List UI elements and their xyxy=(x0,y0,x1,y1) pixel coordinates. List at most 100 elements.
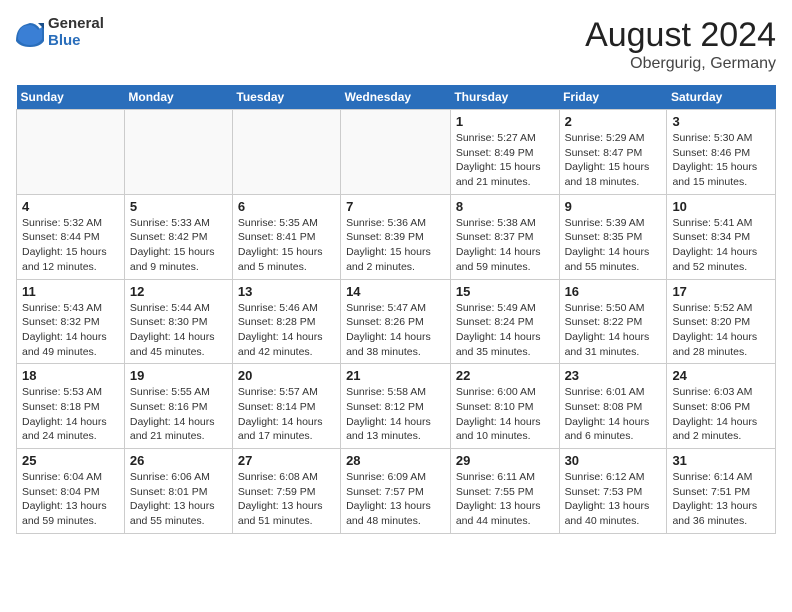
page-header: General Blue August 2024 Obergurig, Germ… xyxy=(16,16,776,73)
location-subtitle: Obergurig, Germany xyxy=(585,55,776,73)
day-info: Sunrise: 6:06 AM Sunset: 8:01 PM Dayligh… xyxy=(130,470,227,529)
day-info: Sunrise: 5:30 AM Sunset: 8:46 PM Dayligh… xyxy=(672,131,770,190)
day-number: 18 xyxy=(22,368,119,383)
calendar-table: SundayMondayTuesdayWednesdayThursdayFrid… xyxy=(16,85,776,534)
day-info: Sunrise: 5:29 AM Sunset: 8:47 PM Dayligh… xyxy=(565,131,662,190)
day-number: 8 xyxy=(456,199,554,214)
day-info: Sunrise: 5:49 AM Sunset: 8:24 PM Dayligh… xyxy=(456,301,554,360)
day-number: 5 xyxy=(130,199,227,214)
day-info: Sunrise: 5:38 AM Sunset: 8:37 PM Dayligh… xyxy=(456,216,554,275)
day-number: 23 xyxy=(565,368,662,383)
calendar-cell: 17 Sunrise: 5:52 AM Sunset: 8:20 PM Dayli… xyxy=(667,279,776,364)
day-info: Sunrise: 5:53 AM Sunset: 8:18 PM Dayligh… xyxy=(22,385,119,444)
day-info: Sunrise: 5:32 AM Sunset: 8:44 PM Dayligh… xyxy=(22,216,119,275)
day-info: Sunrise: 5:33 AM Sunset: 8:42 PM Dayligh… xyxy=(130,216,227,275)
calendar-cell: 27 Sunrise: 6:08 AM Sunset: 7:59 PM Dayli… xyxy=(232,449,340,534)
day-number: 13 xyxy=(238,284,335,299)
day-info: Sunrise: 5:41 AM Sunset: 8:34 PM Dayligh… xyxy=(672,216,770,275)
header-monday: Monday xyxy=(124,85,232,110)
day-info: Sunrise: 6:09 AM Sunset: 7:57 PM Dayligh… xyxy=(346,470,445,529)
day-info: Sunrise: 5:36 AM Sunset: 8:39 PM Dayligh… xyxy=(346,216,445,275)
header-thursday: Thursday xyxy=(450,85,559,110)
calendar-cell xyxy=(232,110,340,195)
logo-general-text: General xyxy=(48,16,104,33)
header-sunday: Sunday xyxy=(17,85,125,110)
calendar-cell: 4Sunrise: 5:32 AM Sunset: 8:44 PM Daylig… xyxy=(17,194,125,279)
day-info: Sunrise: 6:03 AM Sunset: 8:06 PM Dayligh… xyxy=(672,385,770,444)
day-info: Sunrise: 6:08 AM Sunset: 7:59 PM Dayligh… xyxy=(238,470,335,529)
day-number: 15 xyxy=(456,284,554,299)
calendar-cell: 25 Sunrise: 6:04 AM Sunset: 8:04 PM Dayli… xyxy=(17,449,125,534)
calendar-week-5: 25 Sunrise: 6:04 AM Sunset: 8:04 PM Dayli… xyxy=(17,449,776,534)
day-info: Sunrise: 5:39 AM Sunset: 8:35 PM Dayligh… xyxy=(565,216,662,275)
title-block: August 2024 Obergurig, Germany xyxy=(585,16,776,73)
calendar-cell: 13 Sunrise: 5:46 AM Sunset: 8:28 PM Dayli… xyxy=(232,279,340,364)
calendar-cell: 22Sunrise: 6:00 AM Sunset: 8:10 PM Dayli… xyxy=(450,364,559,449)
calendar-cell: 1Sunrise: 5:27 AM Sunset: 8:49 PM Daylig… xyxy=(450,110,559,195)
logo-blue-text: Blue xyxy=(48,33,104,50)
day-info: Sunrise: 5:52 AM Sunset: 8:20 PM Dayligh… xyxy=(672,301,770,360)
calendar-cell: 10 Sunrise: 5:41 AM Sunset: 8:34 PM Dayli… xyxy=(667,194,776,279)
calendar-cell: 15 Sunrise: 5:49 AM Sunset: 8:24 PM Dayli… xyxy=(450,279,559,364)
day-info: Sunrise: 5:50 AM Sunset: 8:22 PM Dayligh… xyxy=(565,301,662,360)
logo-text: General Blue xyxy=(48,16,104,49)
header-tuesday: Tuesday xyxy=(232,85,340,110)
calendar-week-4: 18 Sunrise: 5:53 AM Sunset: 8:18 PM Dayli… xyxy=(17,364,776,449)
day-number: 30 xyxy=(565,453,662,468)
day-number: 17 xyxy=(672,284,770,299)
calendar-cell: 24Sunrise: 6:03 AM Sunset: 8:06 PM Dayli… xyxy=(667,364,776,449)
day-number: 10 xyxy=(672,199,770,214)
calendar-cell: 21Sunrise: 5:58 AM Sunset: 8:12 PM Dayli… xyxy=(341,364,451,449)
day-info: Sunrise: 5:57 AM Sunset: 8:14 PM Dayligh… xyxy=(238,385,335,444)
calendar-cell: 28 Sunrise: 6:09 AM Sunset: 7:57 PM Dayli… xyxy=(341,449,451,534)
calendar-cell: 20 Sunrise: 5:57 AM Sunset: 8:14 PM Dayli… xyxy=(232,364,340,449)
day-number: 29 xyxy=(456,453,554,468)
calendar-cell: 8 Sunrise: 5:38 AM Sunset: 8:37 PM Daylig… xyxy=(450,194,559,279)
day-info: Sunrise: 6:01 AM Sunset: 8:08 PM Dayligh… xyxy=(565,385,662,444)
day-info: Sunrise: 5:43 AM Sunset: 8:32 PM Dayligh… xyxy=(22,301,119,360)
calendar-cell: 29 Sunrise: 6:11 AM Sunset: 7:55 PM Dayli… xyxy=(450,449,559,534)
calendar-cell: 16Sunrise: 5:50 AM Sunset: 8:22 PM Dayli… xyxy=(559,279,667,364)
day-number: 7 xyxy=(346,199,445,214)
day-info: Sunrise: 5:58 AM Sunset: 8:12 PM Dayligh… xyxy=(346,385,445,444)
day-number: 31 xyxy=(672,453,770,468)
day-info: Sunrise: 5:55 AM Sunset: 8:16 PM Dayligh… xyxy=(130,385,227,444)
day-info: Sunrise: 6:00 AM Sunset: 8:10 PM Dayligh… xyxy=(456,385,554,444)
calendar-cell: 9 Sunrise: 5:39 AM Sunset: 8:35 PM Daylig… xyxy=(559,194,667,279)
calendar-cell xyxy=(124,110,232,195)
header-wednesday: Wednesday xyxy=(341,85,451,110)
calendar-cell: 30 Sunrise: 6:12 AM Sunset: 7:53 PM Dayli… xyxy=(559,449,667,534)
day-number: 25 xyxy=(22,453,119,468)
calendar-cell: 19 Sunrise: 5:55 AM Sunset: 8:16 PM Dayli… xyxy=(124,364,232,449)
day-info: Sunrise: 5:35 AM Sunset: 8:41 PM Dayligh… xyxy=(238,216,335,275)
calendar-cell: 2Sunrise: 5:29 AM Sunset: 8:47 PM Daylig… xyxy=(559,110,667,195)
logo-icon xyxy=(16,19,44,47)
calendar-cell: 14 Sunrise: 5:47 AM Sunset: 8:26 PM Dayli… xyxy=(341,279,451,364)
day-info: Sunrise: 6:12 AM Sunset: 7:53 PM Dayligh… xyxy=(565,470,662,529)
day-info: Sunrise: 6:14 AM Sunset: 7:51 PM Dayligh… xyxy=(672,470,770,529)
calendar-cell: 5 Sunrise: 5:33 AM Sunset: 8:42 PM Daylig… xyxy=(124,194,232,279)
day-info: Sunrise: 5:47 AM Sunset: 8:26 PM Dayligh… xyxy=(346,301,445,360)
month-year-title: August 2024 xyxy=(585,16,776,55)
day-info: Sunrise: 6:11 AM Sunset: 7:55 PM Dayligh… xyxy=(456,470,554,529)
calendar-cell xyxy=(17,110,125,195)
header-saturday: Saturday xyxy=(667,85,776,110)
day-info: Sunrise: 5:44 AM Sunset: 8:30 PM Dayligh… xyxy=(130,301,227,360)
day-info: Sunrise: 5:46 AM Sunset: 8:28 PM Dayligh… xyxy=(238,301,335,360)
day-info: Sunrise: 6:04 AM Sunset: 8:04 PM Dayligh… xyxy=(22,470,119,529)
day-number: 27 xyxy=(238,453,335,468)
day-number: 6 xyxy=(238,199,335,214)
day-number: 9 xyxy=(565,199,662,214)
calendar-cell: 23 Sunrise: 6:01 AM Sunset: 8:08 PM Dayli… xyxy=(559,364,667,449)
day-number: 14 xyxy=(346,284,445,299)
calendar-week-1: 1Sunrise: 5:27 AM Sunset: 8:49 PM Daylig… xyxy=(17,110,776,195)
calendar-cell: 26 Sunrise: 6:06 AM Sunset: 8:01 PM Dayli… xyxy=(124,449,232,534)
day-number: 3 xyxy=(672,114,770,129)
day-number: 28 xyxy=(346,453,445,468)
day-number: 20 xyxy=(238,368,335,383)
calendar-header-row: SundayMondayTuesdayWednesdayThursdayFrid… xyxy=(17,85,776,110)
calendar-cell: 18 Sunrise: 5:53 AM Sunset: 8:18 PM Dayli… xyxy=(17,364,125,449)
day-number: 26 xyxy=(130,453,227,468)
day-number: 1 xyxy=(456,114,554,129)
day-number: 19 xyxy=(130,368,227,383)
